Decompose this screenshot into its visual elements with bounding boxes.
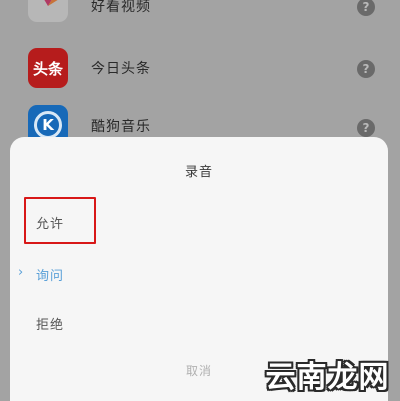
option-ask-label: 询问	[36, 269, 65, 284]
app-row-toutiao[interactable]: 头条 今日头条 ?	[0, 40, 400, 102]
app-name-kugou: 酷狗音乐	[91, 119, 151, 135]
kugou-logo: K	[34, 111, 62, 139]
toutiao-icon: 头条	[28, 48, 68, 88]
help-icon[interactable]: ?	[357, 0, 375, 16]
help-icon[interactable]: ?	[357, 119, 375, 137]
watermark-text: 云南龙网	[265, 360, 390, 395]
option-deny[interactable]: 拒绝	[10, 308, 388, 344]
app-name-toutiao: 今日头条	[91, 61, 151, 77]
help-icon[interactable]: ?	[357, 60, 375, 78]
haokan-video-icon	[28, 0, 68, 22]
app-row-haokan[interactable]: 好看视频 ?	[0, 0, 400, 40]
option-ask[interactable]: › 询问	[10, 259, 388, 295]
toutiao-logo-text: 头条	[32, 59, 63, 78]
dialog-title: 录音	[184, 165, 213, 180]
option-deny-label: 拒绝	[36, 318, 65, 333]
watermark: 云南龙网	[255, 350, 400, 398]
selected-chevron-icon: ›	[18, 265, 24, 280]
app-name-haokan: 好看视频	[91, 0, 151, 15]
highlight-box	[24, 197, 96, 244]
